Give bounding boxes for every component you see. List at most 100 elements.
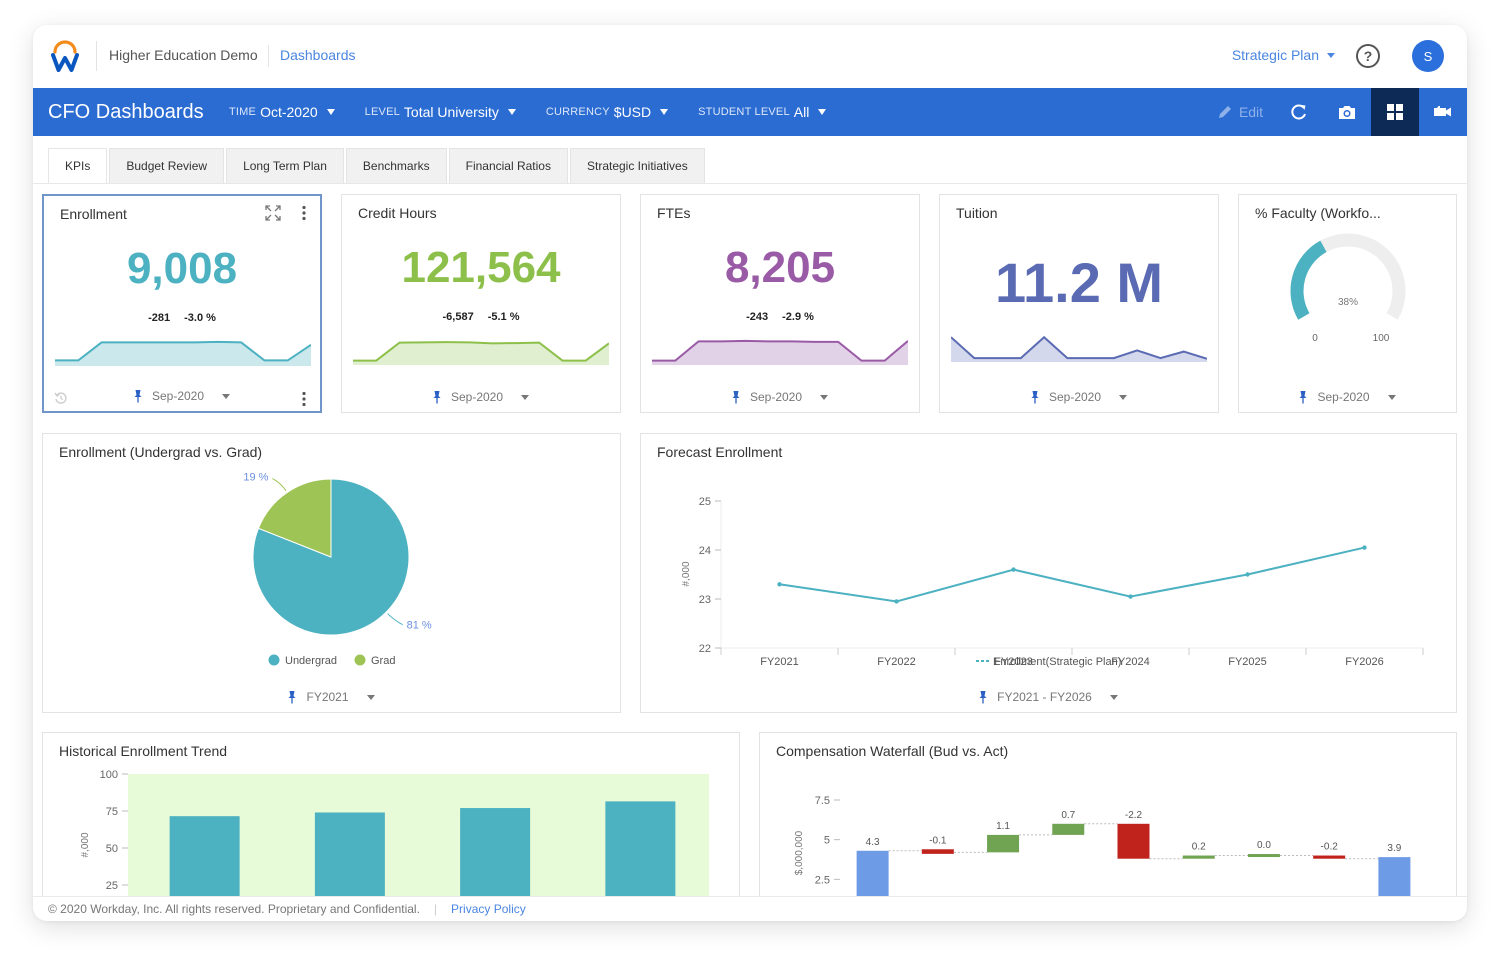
tab-strategic-initiatives[interactable]: Strategic Initiatives	[569, 148, 705, 183]
gauge-max-label: 100	[1373, 333, 1390, 344]
kpi-delta: -281 -3.0 %	[44, 312, 320, 324]
kpi-delta-abs: -281	[148, 312, 171, 324]
kpi-card-faculty-gauge[interactable]: % Faculty (Workfo... 38% 0 100 Sep-2020	[1238, 194, 1457, 413]
period-select[interactable]: Sep-2020	[342, 390, 620, 404]
period-label: Sep-2020	[749, 390, 803, 404]
refresh-button[interactable]	[1275, 88, 1323, 136]
present-button[interactable]	[1419, 88, 1467, 136]
gauge-fill	[1290, 240, 1327, 320]
legend-label: Enrollment(Strategic Plan)	[993, 656, 1121, 668]
pie-data-label: 19 %	[243, 472, 268, 484]
pin-icon	[1031, 391, 1039, 404]
tab-budget-review[interactable]: Budget Review	[109, 148, 225, 183]
filter-value: All	[793, 104, 810, 120]
tab-kpis[interactable]: KPIs	[48, 148, 108, 183]
data-point	[894, 599, 899, 604]
gauge-chart: 38% 0 100	[1290, 233, 1406, 344]
tab-long-term-plan[interactable]: Long Term Plan	[226, 148, 344, 183]
tab-benchmarks[interactable]: Benchmarks	[345, 148, 447, 183]
card-title: FTEs	[657, 205, 691, 221]
chevron-down-icon	[222, 393, 231, 399]
filter-level[interactable]: LEVEL Total University	[365, 104, 516, 120]
plan-select-label: Strategic Plan	[1231, 47, 1319, 63]
chevron-down-icon	[1327, 52, 1335, 58]
filter-currency[interactable]: CURRENCY $USD	[546, 104, 669, 120]
more-options-icon[interactable]	[301, 205, 307, 221]
x-tick-label: FY2022	[877, 656, 916, 668]
sparkline-area	[55, 341, 311, 366]
kpi-card-enrollment[interactable]: Enrollment 9,008 -281 -3.0 % Sep-2020	[42, 194, 322, 413]
expand-icon[interactable]	[265, 205, 281, 221]
pie-chart: 81 % 19 % Undergrad Grad	[243, 472, 432, 667]
filter-time[interactable]: TIME Oct-2020	[229, 104, 335, 120]
legend-label[interactable]: Grad	[371, 655, 395, 667]
period-select[interactable]: Sep-2020	[1239, 390, 1456, 404]
sparkline	[951, 335, 1207, 362]
help-icon[interactable]: ?	[1356, 44, 1380, 68]
data-point	[1362, 545, 1367, 550]
grid-view-button[interactable]	[1371, 88, 1419, 136]
filter-value: $USD	[613, 104, 652, 120]
y-axis-label: #,000	[681, 561, 692, 586]
legend-item[interactable]: Enrollment(Strategic Plan)	[976, 656, 1121, 668]
filter-student-level[interactable]: STUDENT LEVEL All	[698, 104, 827, 120]
filter-key: TIME	[229, 106, 257, 118]
kpi-value: 9,008	[126, 244, 238, 293]
data-label: 0.7	[1061, 810, 1075, 821]
period-select[interactable]: FY2021 - FY2026	[641, 690, 1456, 704]
kpi-value: 8,205	[724, 243, 836, 292]
edit-button[interactable]: Edit	[1205, 88, 1275, 136]
waterfall-bar	[1247, 854, 1280, 858]
period-select[interactable]: Sep-2020	[940, 390, 1218, 404]
top-bar: Higher Education Demo Dashboards Strateg…	[33, 25, 1467, 88]
waterfall-bar	[1117, 823, 1150, 859]
gauge-min-label: 0	[1312, 333, 1318, 344]
pin-icon	[288, 691, 296, 704]
x-tick-label: FY2021	[760, 656, 799, 668]
divider	[33, 183, 1467, 184]
pie-chart-card: Enrollment (Undergrad vs. Grad) 81 % 19 …	[42, 433, 621, 713]
period-label: Sep-2020	[1048, 390, 1102, 404]
y-tick-label: 23	[699, 594, 711, 606]
kpi-value: 121,564	[401, 243, 561, 292]
kpi-card-credit-hours[interactable]: Credit Hours 121,564 -6,587 -5.1 % Sep-20…	[341, 194, 621, 413]
privacy-policy-link[interactable]: Privacy Policy	[451, 902, 526, 916]
x-tick-label: FY2026	[1345, 656, 1384, 668]
period-label: FY2021	[306, 690, 349, 704]
card-title: Credit Hours	[358, 205, 437, 221]
data-label: -2.2	[1125, 810, 1143, 821]
plan-select[interactable]: Strategic Plan	[1232, 47, 1335, 63]
tab-financial-ratios[interactable]: Financial Ratios	[448, 148, 568, 183]
kpi-card-ftes[interactable]: FTEs 8,205 -243 -2.9 % Sep-2020	[640, 194, 920, 413]
period-select[interactable]: Sep-2020	[641, 390, 919, 404]
y-axis-label: $,000,000	[794, 830, 805, 875]
period-label: Sep-2020	[151, 389, 205, 403]
data-label: 4.3	[866, 837, 880, 848]
pin-icon	[979, 691, 987, 704]
avatar[interactable]: S	[1412, 40, 1444, 72]
chevron-down-icon	[1387, 394, 1396, 400]
workday-logo-icon[interactable]	[50, 39, 80, 73]
grid-view-icon	[1387, 104, 1403, 120]
waterfall-chart-card: Compensation Waterfall (Bud vs. Act) $,0…	[759, 732, 1457, 921]
sparkline	[652, 339, 908, 365]
data-point	[777, 582, 782, 587]
y-tick-label: 22	[699, 643, 711, 655]
kpi-card-tuition[interactable]: Tuition 11.2 M Sep-2020	[939, 194, 1219, 413]
legend-label[interactable]: Undergrad	[285, 655, 337, 667]
more-options-icon[interactable]	[301, 391, 307, 407]
snapshot-button[interactable]	[1323, 88, 1371, 136]
dashboard-header: CFO Dashboards TIME Oct-2020 LEVEL Total…	[33, 88, 1467, 136]
line-series	[779, 546, 1365, 603]
period-select[interactable]: Sep-2020	[44, 389, 320, 403]
breadcrumb-dashboards[interactable]: Dashboards	[280, 47, 356, 63]
toolbar: Edit	[1205, 88, 1467, 136]
waterfall-bar	[1052, 823, 1085, 835]
pin-icon	[134, 390, 142, 403]
kpi-delta: -243 -2.9 %	[641, 311, 919, 323]
period-label: Sep-2020	[450, 390, 504, 404]
edit-icon	[1218, 106, 1231, 118]
period-select[interactable]: FY2021	[43, 690, 620, 704]
data-label: 3.9	[1387, 843, 1401, 854]
divider: |	[433, 902, 438, 916]
